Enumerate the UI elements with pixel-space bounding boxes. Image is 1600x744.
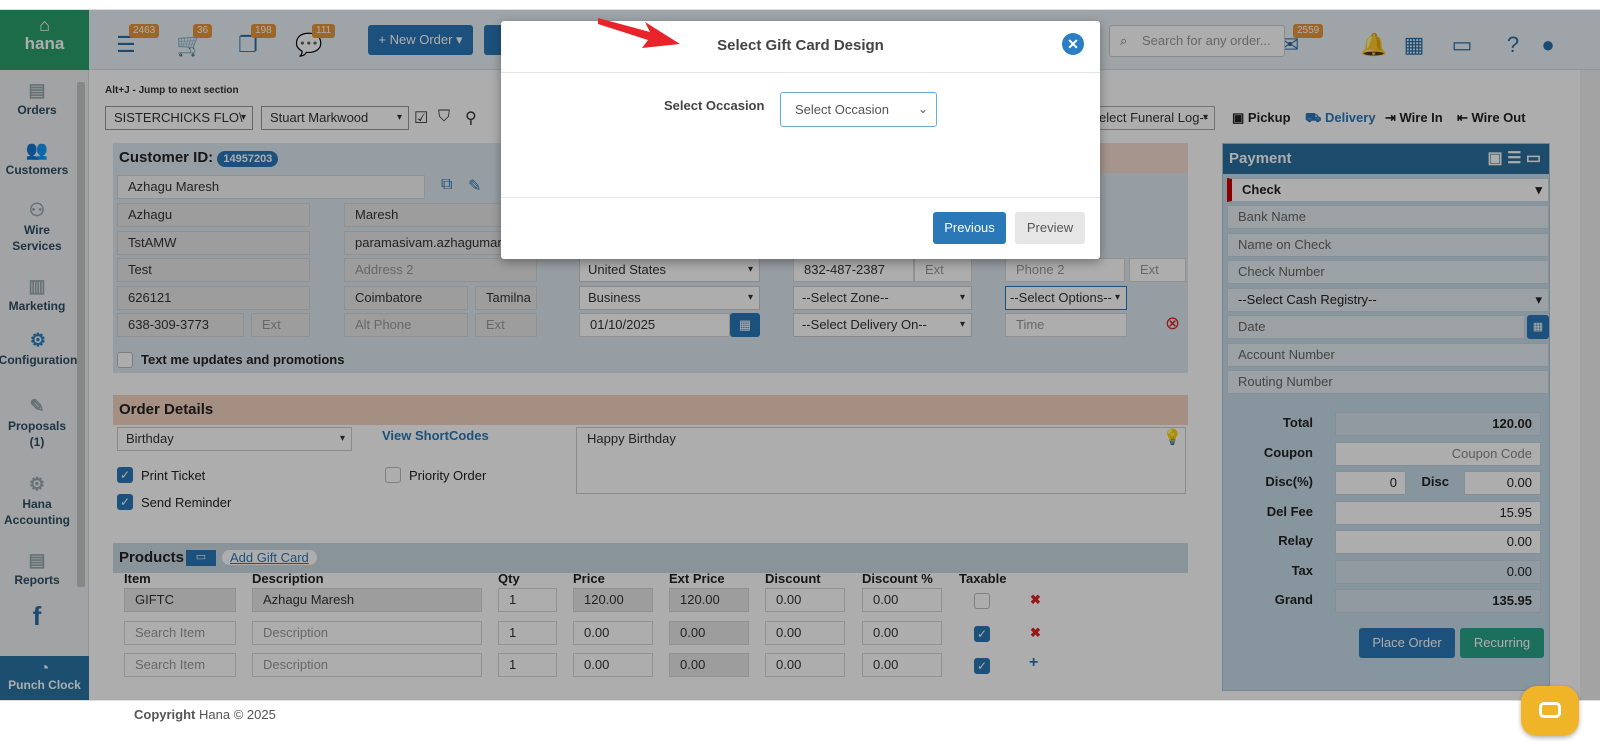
modal-title: Select Gift Card Design	[501, 21, 1100, 73]
occasion-label: Select Occasion	[664, 98, 765, 113]
copyright-text: Copyright Hana © 2025	[134, 707, 276, 722]
chat-bubble-icon	[1539, 702, 1561, 718]
modal-footer: Previous Preview	[501, 197, 1100, 259]
preview-button[interactable]: Preview	[1015, 212, 1085, 244]
footer: Copyright Hana © 2025	[0, 700, 1600, 744]
chevron-down-icon: ⌄	[917, 102, 928, 116]
occasion-dropdown[interactable]: Select Occasion ⌄	[780, 92, 937, 127]
previous-button[interactable]: Previous	[933, 212, 1006, 244]
red-arrow-annotation	[598, 18, 680, 48]
chat-widget-button[interactable]	[1521, 686, 1579, 736]
close-icon[interactable]: ✕	[1062, 33, 1084, 55]
gift-card-design-modal: Select Gift Card Design ✕ Select Occasio…	[501, 21, 1100, 259]
top-strip	[0, 0, 1600, 10]
